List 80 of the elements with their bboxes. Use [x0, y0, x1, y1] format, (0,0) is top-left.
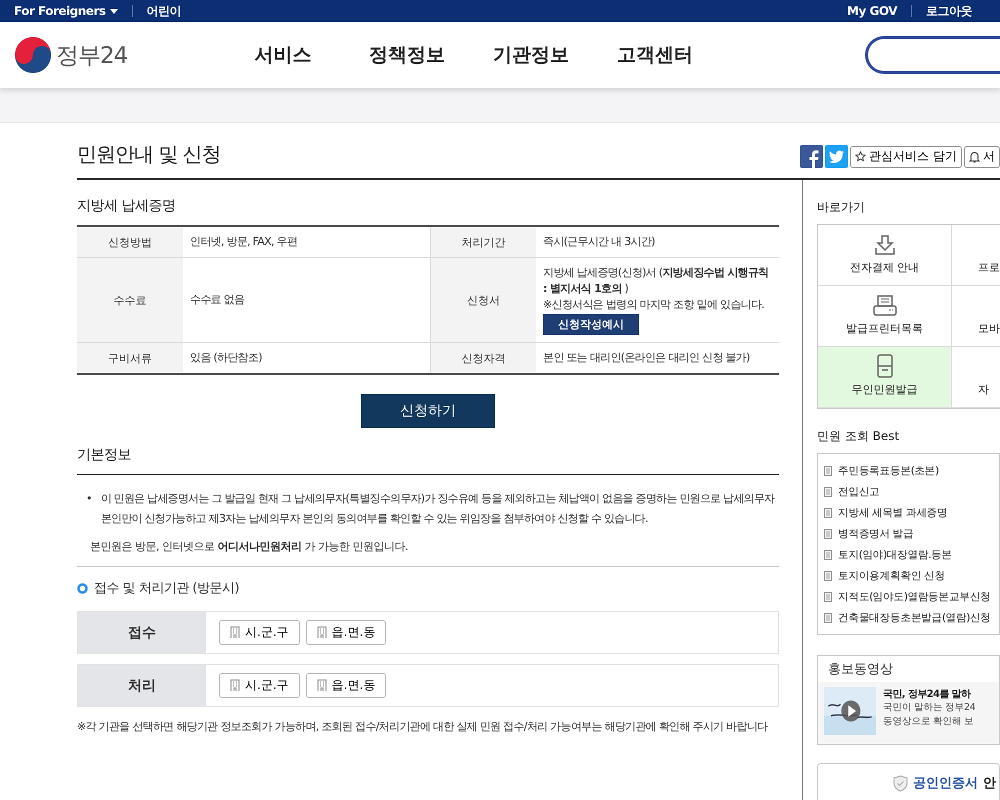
- office-button[interactable]: 읍.면.동: [306, 620, 386, 645]
- shield-icon: [893, 774, 908, 792]
- quick-link[interactable]: 발급프린터목록: [818, 286, 952, 347]
- sidebar-title: 바로가기: [817, 199, 866, 216]
- example-button[interactable]: 신청작성예시: [543, 314, 639, 335]
- download-icon: [874, 234, 896, 256]
- table-cell-text: 수수료 없음: [190, 292, 246, 308]
- document-icon: [824, 528, 832, 538]
- best-item[interactable]: 건축물대장등초본발급(열람)신청: [824, 607, 999, 628]
- video-title[interactable]: 국민, 정부24를 말하: [883, 687, 976, 701]
- office-button[interactable]: 읍.면.동: [306, 673, 386, 698]
- building-icon: [316, 679, 327, 692]
- best-item[interactable]: 토지이용계획확인 신청: [824, 565, 999, 586]
- apply-button[interactable]: 신청하기: [361, 394, 495, 428]
- logo-emblem-icon: [14, 36, 52, 74]
- table-header-cell: 신청방법: [77, 227, 183, 257]
- document-icon: [824, 592, 832, 602]
- bell-icon: [969, 150, 980, 162]
- best-item[interactable]: 토지(임야)대장열람.등본: [824, 544, 999, 565]
- building-icon: [230, 626, 240, 639]
- office-button[interactable]: 시.군.구: [219, 620, 300, 645]
- document-icon: [824, 486, 832, 496]
- top-link[interactable]: 로그아웃: [926, 5, 986, 17]
- section-title: 기본정보: [77, 446, 132, 465]
- certificate-link[interactable]: 공인인증서 안: [817, 763, 1000, 800]
- office-row-label: 접수: [78, 612, 206, 653]
- best-item[interactable]: 지방세 세목별 과세증명: [824, 502, 999, 523]
- document-icon: [824, 612, 832, 622]
- document-icon: [824, 508, 832, 518]
- action-button[interactable]: 관심서비스 담기: [850, 146, 962, 168]
- building-icon: [316, 626, 327, 639]
- table-header-cell: 구비서류: [77, 343, 183, 373]
- table-header-cell: 수수료: [77, 258, 183, 342]
- best-item[interactable]: 병적증명서 발급: [824, 523, 999, 544]
- office-row-label: 처리: [78, 665, 206, 706]
- action-button[interactable]: 서: [964, 146, 1000, 168]
- best-item[interactable]: 지적도(임야도)열람등본교부신청: [824, 586, 999, 607]
- info-note: 본민원은 방문, 인터넷으로 어디서나민원처리 가 가능한 민원입니다.: [90, 540, 408, 553]
- table-cell-text: 지방세 납세증명(신청)서 (지방세징수법 시행규칙 : 별지서식 1호의 ): [543, 265, 770, 297]
- document-icon: [824, 466, 832, 476]
- star-icon: [855, 151, 866, 162]
- logo-text[interactable]: 정부24: [56, 40, 128, 70]
- footnote: ※각 기관을 선택하면 해당기관 정보조회가 가능하며, 조회된 접수/처리기관에 대한 실제 민원 접수/처리 가능여부는 해당기관에 확인해 주시기 바랍니다: [77, 719, 769, 735]
- video-description: 동영상으로 확인해 보: [883, 715, 975, 729]
- info-bullet: 이 민원은 납세증명서는 그 발급일 현재 그 납세의무자(특별징수의무자)가 징수유예 등을 제외하고는 체납액이 없음을 증명하는 민원으로 납세의무자 본인만이 신청가능하고 제3자는 납세의무자 본인의 동의여부를 확인할 수 있는 위임장을 첨부하여야 신청할 수 있습니다.: [100, 491, 776, 527]
- table-header-cell: 처리기간: [430, 227, 536, 257]
- table-cell-text: 즉시(근무시간 내 3시간): [543, 234, 656, 250]
- printer-icon: [872, 295, 896, 317]
- quick-link[interactable]: 전자결제 안내: [818, 225, 952, 286]
- panel-title: 홍보동영상: [818, 656, 999, 682]
- quick-link[interactable]: 자: [952, 347, 1000, 408]
- office-button[interactable]: 시.군.구: [219, 673, 300, 698]
- sidebar-title: 민원 조회 Best: [817, 428, 900, 445]
- building-icon: [230, 679, 240, 692]
- table-cell-text: 본인 또는 대리인(온라인은 대리인 신청 불가): [543, 350, 751, 366]
- twitter-icon[interactable]: [825, 145, 848, 168]
- facebook-icon[interactable]: [800, 145, 824, 168]
- quick-link[interactable]: 프로: [952, 225, 1000, 286]
- bullet-marker: •: [86, 491, 92, 507]
- page-title: 민원안내 및 신청: [77, 141, 221, 168]
- quick-link[interactable]: 모바: [952, 286, 1000, 347]
- ring-bullet-icon: [77, 582, 88, 594]
- kiosk-icon: [876, 354, 892, 378]
- best-item[interactable]: 전입신고: [824, 481, 999, 502]
- table-header-cell: 신청서: [430, 258, 536, 342]
- table-header-cell: 신청자격: [430, 343, 536, 373]
- document-icon: [824, 570, 832, 580]
- video-description: 국민이 말하는 정부24: [883, 701, 976, 715]
- section-title: 지방세 납세증명: [77, 197, 176, 216]
- table-cell-text: 인터넷, 방문, FAX, 우편: [190, 234, 298, 250]
- search-field[interactable]: [865, 36, 1000, 74]
- top-link[interactable]: 어린이: [146, 5, 196, 17]
- quick-link[interactable]: 무인민원발급: [818, 347, 952, 408]
- form-note: ※신청서식은 법령의 마지막 조항 밑에 있습니다.: [543, 297, 765, 313]
- best-item[interactable]: 주민등록표등본(초본): [824, 460, 999, 481]
- table-cell-text: 있음 (하단참조): [190, 350, 263, 366]
- top-link[interactable]: My GOV: [847, 5, 912, 17]
- subsection-title: 접수 및 처리기관 (방문시): [94, 580, 240, 597]
- document-icon: [824, 550, 832, 560]
- top-link[interactable]: For Foreigners: [14, 5, 133, 17]
